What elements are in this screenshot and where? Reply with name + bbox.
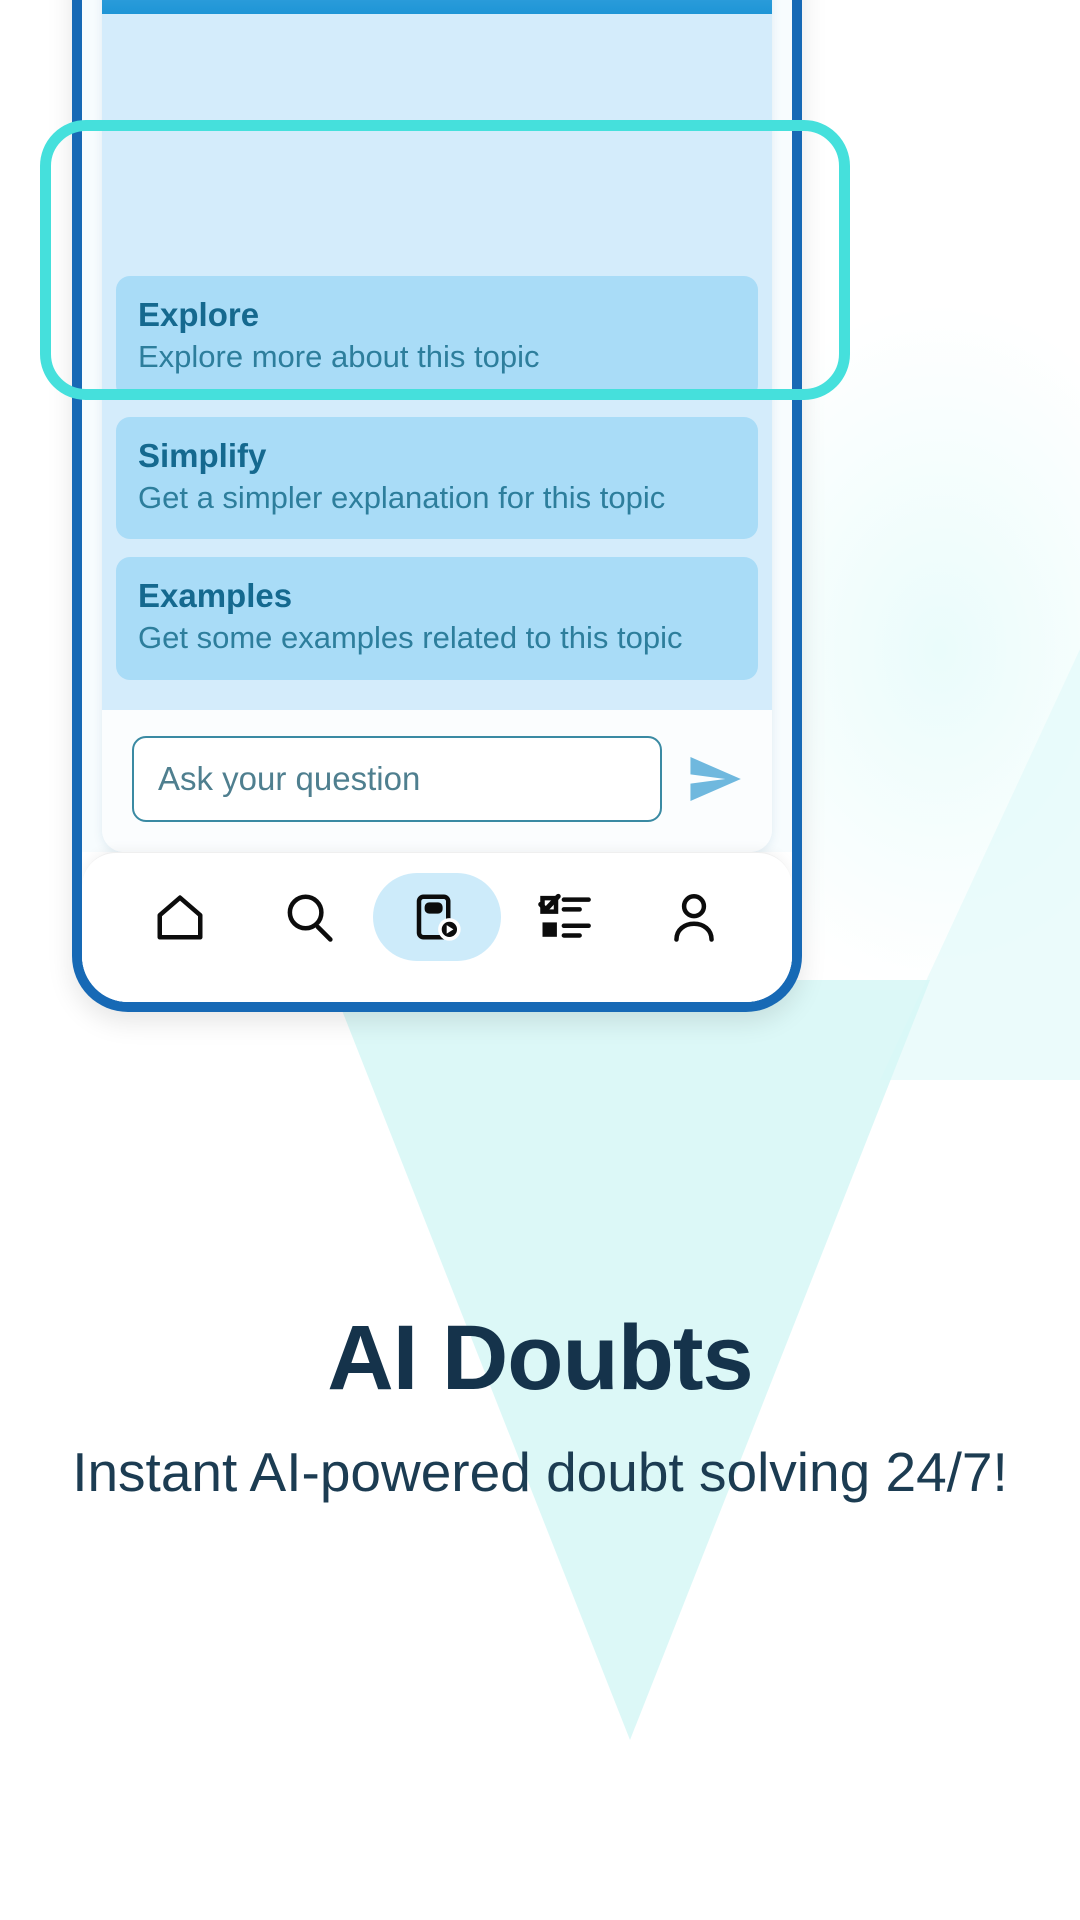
- suggestion-title: Simplify: [138, 436, 267, 474]
- suggestion-card-explore[interactable]: Explore Explore more about this topic: [116, 275, 758, 399]
- send-paper-plane-icon[interactable]: [684, 748, 746, 810]
- ask-doubts-header: Ask Doubts: [102, 0, 772, 14]
- suggestion-subtitle: Get a simpler explanation for this topic: [138, 479, 666, 515]
- promo-copy: AI Doubts Instant AI-powered doubt solvi…: [0, 1310, 1080, 1507]
- page-title: AI Doubts: [327, 1307, 753, 1409]
- promo-subtitle: Instant AI-powered doubt solving 24/7!: [72, 1440, 1008, 1503]
- doubts-panel: Ask Doubts Explore Explore more a: [82, 0, 792, 852]
- phone-mockup: Lessons Doubtsx Notesx Overview: [72, 0, 802, 1012]
- search-icon: [245, 873, 373, 961]
- nav-item-tasks[interactable]: [501, 873, 629, 961]
- person-icon: [630, 873, 758, 961]
- suggestion-title: Explore: [138, 295, 260, 333]
- doubts-suggestion-list: Explore Explore more about this topic Si…: [102, 14, 772, 710]
- home-icon: [116, 873, 244, 961]
- nav-item-profile[interactable]: [630, 873, 758, 961]
- nav-item-search[interactable]: [244, 873, 372, 961]
- suggestion-title: Examples: [138, 577, 293, 615]
- question-input[interactable]: Ask your question: [132, 736, 662, 822]
- suggestion-subtitle: Get some examples related to this topic: [138, 620, 683, 656]
- question-input-placeholder: Ask your question: [158, 760, 421, 797]
- doubt-composer: Ask your question: [102, 710, 772, 852]
- ask-doubts-card: Ask Doubts Explore Explore more a: [102, 0, 772, 852]
- suggestion-card-examples[interactable]: Examples Get some examples related to th…: [116, 557, 758, 680]
- suggestion-card-simplify[interactable]: Simplify Get a simpler explanation for t…: [116, 416, 758, 540]
- nav-item-home[interactable]: [116, 873, 244, 961]
- bottom-navigation: [82, 852, 792, 1002]
- nav-item-learn[interactable]: [373, 872, 502, 961]
- phone-screen: Lessons Doubtsx Notesx Overview: [82, 0, 792, 1002]
- book-play-icon: [373, 872, 502, 961]
- suggestion-subtitle: Explore more about this topic: [138, 338, 540, 374]
- checklist-icon: [501, 873, 629, 961]
